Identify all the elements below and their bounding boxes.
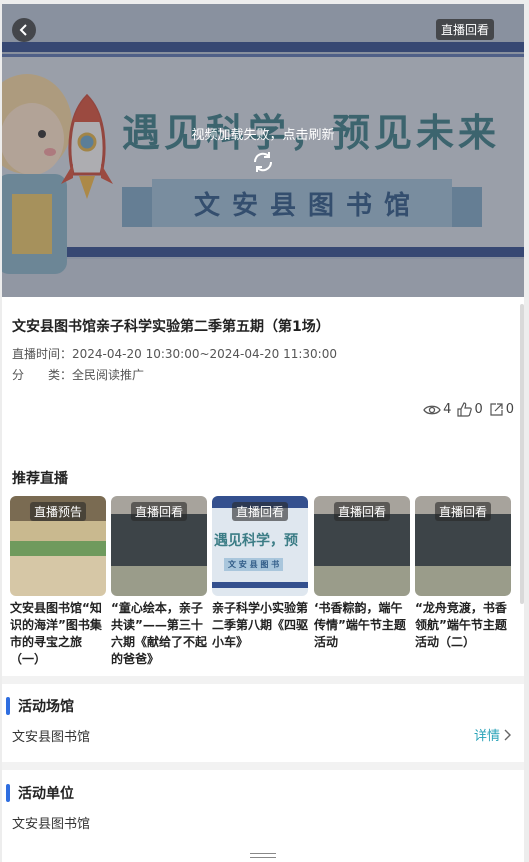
recommend-card[interactable]: 直播回看 “龙舟竞渡，书香领航”端午节主题活动（二） (415, 496, 511, 651)
time-value: 2024-04-20 10:30:00~2024-04-20 11:30:00 (72, 347, 337, 361)
back-button[interactable] (12, 18, 36, 42)
thumb-subtitle: 文 安 县 图 书 (224, 558, 284, 571)
chevron-right-icon (504, 729, 511, 740)
detail-link-label: 详情 (473, 729, 500, 744)
share-count-value: 0 (505, 402, 514, 417)
recommend-card[interactable]: 直播回看 “童心绘本，亲子共读”——第三十六期《献给了不起的爸爸》 (111, 496, 207, 668)
share-button[interactable]: 0 (489, 402, 514, 417)
view-count: 4 (423, 402, 451, 417)
live-title: 文安县图书馆亲子科学实验第二季第五期（第1场） (12, 319, 330, 335)
venue-heading: 活动场馆 (6, 696, 74, 716)
card-title: 文安县图书馆“知识的海洋”图书集市的寻宝之旅（一） (10, 601, 102, 666)
card-status-badge: 直播回看 (434, 502, 492, 521)
card-thumbnail: 直播回看 (111, 496, 207, 596)
thumbs-up-icon (457, 402, 473, 417)
unit-heading: 活动单位 (6, 783, 74, 803)
card-title: ‘书香粽韵，端午传情”端午节主题活动 (314, 601, 406, 649)
live-time: 直播时间：2024-04-20 10:30:00~2024-04-20 11:3… (12, 345, 337, 362)
video-error-message[interactable]: 视频加载失败，点击刷新 (2, 124, 524, 143)
category-label: 分 类： (12, 368, 73, 382)
thumb-title: 遇见科学，预 (214, 533, 298, 549)
category-value: 全民阅读推广 (72, 368, 145, 382)
venue-detail-link[interactable]: 详情 (474, 725, 512, 744)
card-status-badge: 直播回看 (130, 502, 188, 521)
venue-value: 文安县图书馆 (12, 730, 91, 745)
eye-icon (423, 405, 441, 414)
recommend-list: 直播预告 文安县图书馆“知识的海洋”图书集市的寻宝之旅（一） 直播回看 “童心绘… (10, 496, 524, 676)
card-title: “童心绘本，亲子共读”——第三十六期《献给了不起的爸爸》 (111, 601, 208, 666)
recommend-card[interactable]: 遇见科学，预 文 安 县 图 书 直播回看 亲子科学小实验第二季第八期《四驱小车… (212, 496, 308, 651)
like-button[interactable]: 0 (457, 402, 483, 417)
video-player[interactable]: 遇见科学，预见未来 文安县图书馆 直播回看 视频加载失败，点击刷新 (2, 4, 524, 297)
unit-value: 文安县图书馆 (12, 817, 91, 832)
live-category: 分 类：全民阅读推广 (12, 366, 144, 383)
drag-handle[interactable] (250, 853, 276, 858)
card-thumbnail: 遇见科学，预 文 安 县 图 书 直播回看 (212, 496, 308, 596)
recommend-card[interactable]: 直播回看 ‘书香粽韵，端午传情”端午节主题活动 (314, 496, 410, 651)
section-accent-bar (6, 784, 10, 802)
refresh-icon[interactable] (251, 150, 275, 174)
page: 遇见科学，预见未来 文安县图书馆 直播回看 视频加载失败，点击刷新 文安县图书馆… (2, 4, 524, 862)
card-thumbnail: 直播回看 (415, 496, 511, 596)
like-count-value: 0 (474, 402, 483, 417)
scrollbar[interactable] (520, 304, 524, 604)
section-accent-bar (6, 697, 10, 715)
card-thumbnail: 直播回看 (314, 496, 410, 596)
recommend-heading: 推荐直播 (12, 471, 68, 487)
time-label: 直播时间： (12, 347, 73, 361)
thumb-stripe (212, 582, 308, 588)
section-divider (2, 762, 524, 770)
section-divider (2, 676, 524, 684)
view-count-value: 4 (443, 402, 452, 417)
share-icon (490, 403, 503, 416)
unit-heading-label: 活动单位 (18, 786, 74, 802)
card-status-badge: 直播预告 (29, 502, 87, 521)
chevron-left-icon (19, 24, 27, 36)
card-thumbnail: 直播预告 (10, 496, 106, 596)
replay-badge: 直播回看 (435, 19, 494, 40)
venue-heading-label: 活动场馆 (18, 699, 74, 715)
card-title: “龙舟竞渡，书香领航”端午节主题活动（二） (415, 601, 507, 649)
card-title: 亲子科学小实验第二季第八期《四驱小车》 (212, 601, 309, 649)
stats-bar: 4 0 0 (423, 402, 514, 417)
recommend-card[interactable]: 直播预告 文安县图书馆“知识的海洋”图书集市的寻宝之旅（一） (10, 496, 106, 668)
card-status-badge: 直播回看 (333, 502, 391, 521)
card-status-badge: 直播回看 (231, 502, 289, 521)
